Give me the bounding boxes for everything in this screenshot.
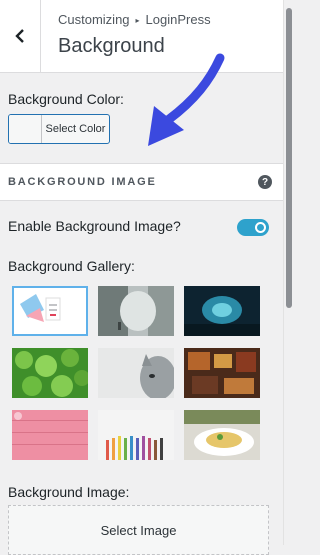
scrollbar[interactable]: [283, 0, 293, 545]
gallery-thumb-login-form[interactable]: [12, 286, 88, 336]
breadcrumb-target: LoginPress: [145, 12, 211, 27]
pointer-arrow-icon: [148, 53, 225, 146]
back-button[interactable]: [0, 0, 41, 72]
background-image-section: BACKGROUND IMAGE ?: [0, 163, 283, 201]
gallery-thumb-colored-pencils[interactable]: [98, 410, 174, 460]
gallery-thumb-pink-wood[interactable]: [12, 410, 88, 460]
gallery-thumb-cafe[interactable]: [184, 348, 260, 398]
scrollbar-thumb[interactable]: [286, 8, 292, 308]
chevron-left-icon: [15, 29, 24, 43]
enable-background-image-toggle[interactable]: [237, 219, 269, 236]
help-icon[interactable]: ?: [258, 175, 272, 189]
gallery-thumb-blue-cave[interactable]: [184, 286, 260, 336]
gallery-thumb-pasta-dish[interactable]: [184, 410, 260, 460]
background-image-label: Background Image:: [8, 484, 130, 500]
select-color-label: Select Color: [45, 123, 106, 135]
section-title: BACKGROUND IMAGE: [8, 176, 157, 188]
background-gallery-label: Background Gallery:: [8, 258, 135, 274]
gallery-thumb-cat[interactable]: [98, 348, 174, 398]
select-image-button[interactable]: Select Image: [8, 505, 269, 555]
gallery-thumb-foggy-forest[interactable]: [98, 286, 174, 336]
gallery-thumb-clover-leaves[interactable]: [12, 348, 88, 398]
breadcrumb: Customizing ▸ LoginPress: [58, 12, 211, 27]
toggle-knob: [255, 222, 266, 233]
breadcrumb-separator: ▸: [135, 16, 140, 25]
enable-background-image-label: Enable Background Image?: [8, 218, 181, 234]
select-color-button[interactable]: Select Color: [8, 114, 110, 144]
breadcrumb-prefix: Customizing: [58, 12, 130, 27]
color-swatch: [9, 115, 42, 143]
background-color-label: Background Color:: [8, 91, 124, 107]
